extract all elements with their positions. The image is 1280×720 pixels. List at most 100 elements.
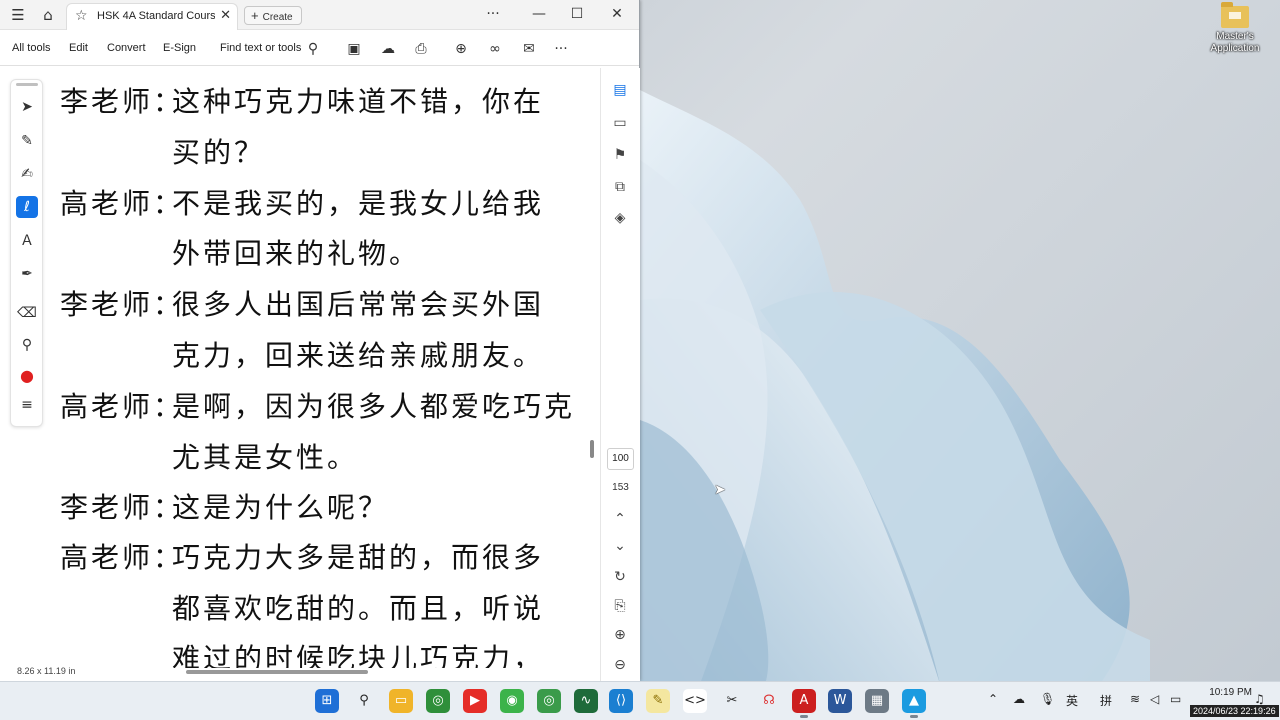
ime-mode[interactable]: 拼 <box>1100 692 1112 709</box>
eraser-icon[interactable]: ⌫ <box>16 302 38 324</box>
vertical-scrollbar-thumb[interactable] <box>590 440 594 458</box>
print-icon[interactable]: ⎙ <box>412 40 430 58</box>
esign-button[interactable]: E-Sign <box>163 42 196 54</box>
save-icon[interactable]: ▣ <box>345 40 363 58</box>
convert-button[interactable]: Convert <box>107 42 146 54</box>
dialogue-line: 尤其是女性。 <box>172 441 359 474</box>
highlight-pen-icon[interactable]: ✍ <box>16 163 38 185</box>
chevron-up-icon[interactable]: ⌃ <box>988 692 998 706</box>
share-user-icon[interactable]: ⊕ <box>452 40 470 58</box>
page-fit-icon[interactable]: ⎘ <box>610 596 630 616</box>
windows-start-icon[interactable]: ⊞ <box>315 689 339 713</box>
upload-cloud-icon[interactable]: ☁ <box>379 40 397 58</box>
line-weight-icon[interactable]: ≡ <box>16 394 38 416</box>
zoom-out-icon[interactable]: ⊖ <box>610 655 630 675</box>
layers-icon[interactable]: ◈ <box>610 208 630 228</box>
chevron-up-icon[interactable]: ⌃ <box>610 509 630 529</box>
pdf-page-view[interactable]: 李老师：这种巧克力味道不错，你在 买的？ 高老师：不是我买的，是我女儿给我 外带… <box>46 68 598 668</box>
create-button[interactable]: + Create <box>244 6 302 25</box>
bookmarks-icon[interactable]: ⚑ <box>610 145 630 165</box>
code-editor-icon[interactable]: <> <box>683 689 707 713</box>
pages-icon[interactable]: ⧉ <box>610 177 630 197</box>
title-bar: ☰ ⌂ ☆ HSK 4A Standard Course... ✕ +Creat… <box>0 0 639 30</box>
search-icon[interactable]: ⚲ <box>304 40 322 58</box>
tab-close-button[interactable]: ✕ <box>220 8 231 23</box>
rail-grip[interactable] <box>16 83 38 86</box>
document-tab[interactable]: ☆ HSK 4A Standard Course... ✕ <box>66 3 238 30</box>
edit-button[interactable]: Edit <box>69 42 88 54</box>
taskbar: ⊞ ⚲ ▭ ◎ ▶ ◉ ◎ ∿ ⟨⟩ ✎ <> ✂ ☊ A W ▦ ▲ ⌃ ☁ … <box>0 681 1280 720</box>
dialogue-line: 难过的时候吃块儿巧克力， <box>172 642 545 668</box>
horizontal-scrollbar-thumb[interactable] <box>186 670 368 674</box>
total-pages: 153 <box>612 482 629 493</box>
add-comment-icon[interactable]: ✎ <box>16 130 38 152</box>
microphone-icon[interactable]: 🎙︎ <box>1040 692 1055 706</box>
minimize-button[interactable]: — <box>528 4 550 24</box>
more-tools-icon[interactable]: ··· <box>552 40 570 58</box>
word-icon[interactable]: W <box>828 689 852 713</box>
rotate-icon[interactable]: ↻ <box>610 567 630 587</box>
maximize-button[interactable]: ☐ <box>566 4 588 24</box>
ime-language[interactable]: 英 <box>1066 692 1078 709</box>
acrobat-active-icon[interactable]: A <box>792 689 816 718</box>
main-toolbar: All tools Edit Convert E-Sign Find text … <box>0 30 639 66</box>
zoom-in-icon[interactable]: ⊕ <box>610 625 630 645</box>
dialogue-line: 李老师：很多人出国后常常会买外国 <box>60 288 545 321</box>
notification-bell-icon[interactable]: ♫ <box>1254 692 1265 706</box>
youtube-icon[interactable]: ▶ <box>463 689 487 713</box>
find-tools-button[interactable]: Find text or tools <box>220 42 301 54</box>
acrobat-reader-icon[interactable]: ☊ <box>757 689 781 713</box>
dialogue-line: 高老师：巧克力大多是甜的，而很多 <box>60 541 545 574</box>
recording-timestamp: 2024/06/23 22:19:26 <box>1190 705 1279 717</box>
wechat-icon[interactable]: ◉ <box>500 689 524 713</box>
ai-assistant-icon[interactable]: ▤ <box>610 80 630 100</box>
wifi-icon[interactable]: ≋ <box>1130 692 1140 706</box>
dialogue-line: 都喜欢吃甜的。而且，听说 <box>172 592 545 625</box>
right-panel-rail: ▤ ▭ ⚑ ⧉ ◈ 100 153 ⌃ ⌄ ↻ ⎘ ⊕ ⊖ <box>600 68 640 681</box>
onedrive-icon[interactable]: ☁ <box>1013 692 1025 706</box>
clock[interactable]: 10:19 PM <box>1196 686 1252 699</box>
pin-icon[interactable]: ⚲ <box>16 334 38 356</box>
photos-app-icon[interactable]: ▲ <box>902 689 926 718</box>
calculator-icon[interactable]: ▦ <box>865 689 889 713</box>
notes-app-icon[interactable]: ✎ <box>646 689 670 713</box>
folder-icon <box>1221 2 1249 28</box>
desktop-shortcut[interactable]: Master's Application <box>1204 2 1266 55</box>
volume-icon[interactable]: ◁ <box>1150 692 1159 706</box>
battery-icon[interactable]: ▭ <box>1170 692 1181 706</box>
home-icon[interactable]: ⌂ <box>38 5 58 25</box>
search-icon[interactable]: ⚲ <box>352 689 376 713</box>
all-tools-button[interactable]: All tools <box>12 42 51 54</box>
plus-icon: + <box>251 8 259 23</box>
dialogue-line: 高老师：不是我买的，是我女儿给我 <box>60 187 545 220</box>
dialogue-line: 外带回来的礼物。 <box>172 237 421 270</box>
text-box-icon[interactable]: Ａ <box>16 230 38 252</box>
close-window-button[interactable]: ✕ <box>606 4 628 24</box>
sign-pen-icon[interactable]: ✒ <box>16 263 38 285</box>
dialogue-line: 高老师：是啊，因为很多人都爱吃巧克 <box>60 390 576 423</box>
acrobat-window: ☰ ⌂ ☆ HSK 4A Standard Course... ✕ +Creat… <box>0 0 640 681</box>
chrome-profile-icon[interactable]: ◎ <box>537 689 561 713</box>
page-size-readout: 8.26 x 11.19 in <box>17 666 76 676</box>
current-page-input[interactable]: 100 <box>607 448 634 470</box>
dialogue-line: 买的？ <box>172 136 266 169</box>
color-red-icon[interactable]: ● <box>16 365 38 387</box>
menu-icon[interactable]: ☰ <box>8 5 28 25</box>
quick-tools-rail: ➤ ✎ ✍ ℓ Ａ ✒ ⌫ ⚲ ● ≡ <box>10 79 43 427</box>
link-icon[interactable]: ∞ <box>486 40 504 58</box>
file-explorer-icon[interactable]: ▭ <box>389 689 413 713</box>
dialogue-line: 克力，回来送给亲戚朋友。 <box>172 339 545 372</box>
lasso-draw-icon[interactable]: ℓ <box>16 196 38 218</box>
tab-title: HSK 4A Standard Course... <box>97 10 215 22</box>
select-cursor-icon[interactable]: ➤ <box>16 96 38 118</box>
monitor-app-icon[interactable]: ∿ <box>574 689 598 713</box>
chevron-down-icon[interactable]: ⌄ <box>610 536 630 556</box>
comments-icon[interactable]: ▭ <box>610 113 630 133</box>
dialogue-line: 李老师：这是为什么呢？ <box>60 491 390 524</box>
email-icon[interactable]: ✉ <box>520 40 538 58</box>
capcut-icon[interactable]: ✂ <box>720 689 744 713</box>
star-icon[interactable]: ☆ <box>75 8 88 24</box>
chrome-icon[interactable]: ◎ <box>426 689 450 713</box>
vscode-icon[interactable]: ⟨⟩ <box>609 689 633 713</box>
more-options-button[interactable]: ··· <box>482 4 504 24</box>
